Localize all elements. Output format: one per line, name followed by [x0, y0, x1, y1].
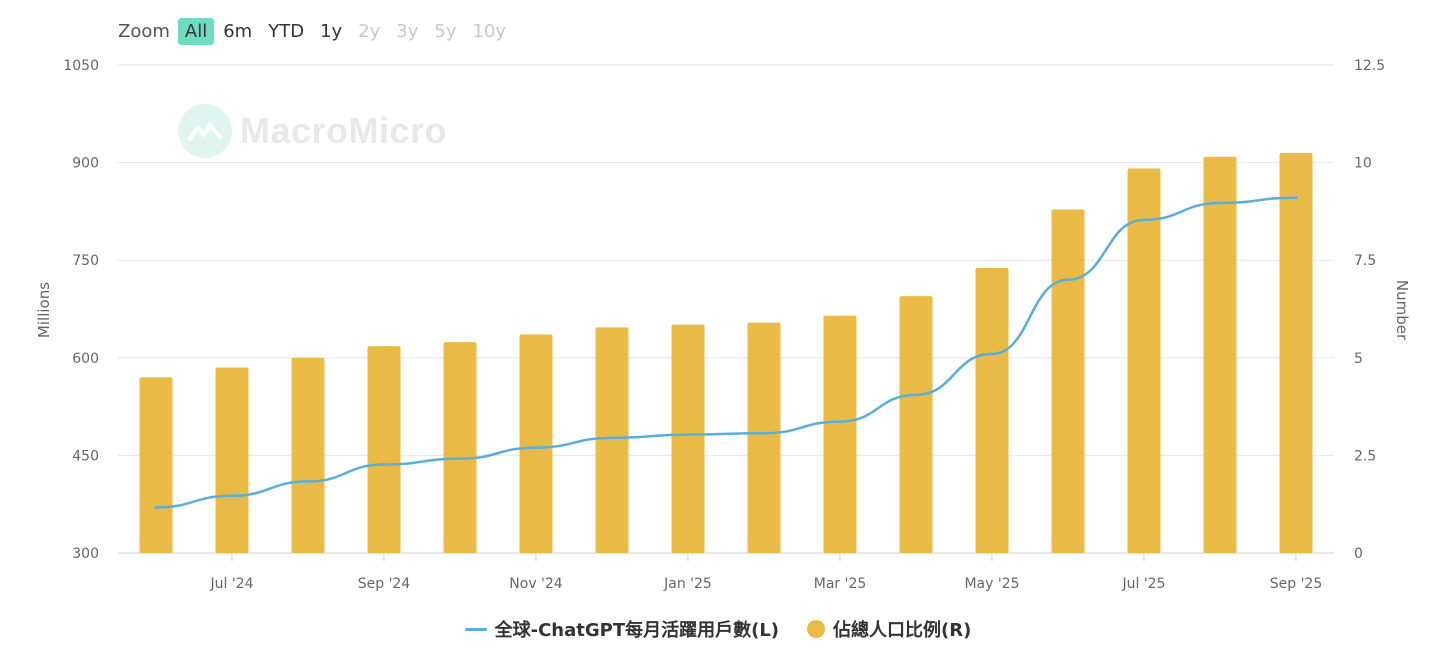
line-point	[610, 436, 614, 440]
line-point	[838, 420, 842, 424]
left-axis-title: Millions	[35, 282, 53, 338]
bar	[139, 377, 173, 553]
x-tick-label: Mar '25	[814, 576, 867, 592]
bar	[595, 327, 629, 553]
line-point	[1294, 196, 1298, 200]
bar	[975, 268, 1009, 553]
bar	[1051, 209, 1085, 553]
x-tick-label: Sep '24	[358, 576, 411, 592]
right-tick-label: 0	[1354, 546, 1363, 562]
bar	[443, 342, 477, 553]
bar	[291, 357, 325, 553]
left-tick-label: 450	[72, 448, 99, 464]
line-point	[230, 494, 234, 498]
right-tick-label: 2.5	[1354, 448, 1376, 464]
legend-dot-swatch	[807, 620, 826, 638]
left-tick-label: 300	[72, 546, 99, 562]
right-axis-title: Number	[1393, 280, 1411, 341]
x-tick-label: Nov '24	[509, 576, 563, 592]
x-axis-ticks: Jul '24 Sep '24 Nov '24 Jan '25 Mar '25 May '…	[209, 553, 1322, 592]
bar	[747, 322, 781, 553]
line-point	[914, 393, 918, 397]
chart-canvas: 300 450 600 750 900 1050 0 2.5 5 7.5 10 12.5 Jul '…	[35, 58, 1411, 592]
line-series	[154, 196, 1298, 509]
left-axis-ticks: 300 450 600 750 900 1050	[63, 58, 99, 562]
left-tick-label: 600	[72, 351, 99, 367]
line-point	[534, 446, 538, 450]
right-tick-label: 12.5	[1354, 58, 1385, 74]
series-line	[155, 196, 1297, 509]
x-tick-label: Sep '25	[1270, 576, 1323, 592]
bar	[671, 324, 705, 553]
right-tick-label: 5	[1354, 351, 1363, 367]
line-point	[762, 431, 766, 435]
line-point	[1218, 201, 1222, 205]
line-point	[382, 463, 386, 467]
bar	[1203, 156, 1237, 553]
chart-legend: 全球-ChatGPT每月活躍用戶數(L) 佔總人口比例(R)	[0, 616, 1436, 642]
line-point	[686, 433, 690, 437]
legend-item-chatgpt-mau[interactable]: 全球-ChatGPT每月活躍用戶數(L)	[464, 616, 780, 642]
x-tick-label: Jul '24	[209, 576, 253, 592]
left-tick-label: 750	[72, 253, 99, 269]
bar	[823, 315, 857, 553]
left-tick-label: 900	[72, 156, 99, 172]
line-point	[1142, 218, 1146, 222]
bar	[1279, 152, 1313, 553]
line-point	[990, 352, 994, 356]
bar-series	[139, 152, 1313, 553]
legend-item-population-share[interactable]: 佔總人口比例(R)	[807, 616, 971, 642]
right-tick-label: 7.5	[1354, 253, 1376, 269]
bar	[367, 346, 401, 553]
line-point	[458, 457, 462, 461]
legend-line-swatch	[464, 627, 487, 631]
bar	[215, 367, 249, 553]
legend-label: 佔總人口比例(R)	[833, 620, 972, 641]
line-point	[1066, 278, 1070, 282]
bar	[1127, 168, 1161, 553]
left-tick-label: 1050	[63, 58, 99, 74]
bar	[519, 334, 553, 553]
bar	[899, 296, 933, 553]
line-point	[306, 479, 310, 483]
x-tick-label: Jan '25	[663, 576, 712, 592]
line-point	[154, 505, 158, 509]
x-tick-label: Jul '25	[1121, 576, 1165, 592]
x-tick-label: May '25	[964, 576, 1019, 592]
legend-label: 全球-ChatGPT每月活躍用戶數(L)	[494, 620, 780, 641]
right-axis-ticks: 0 2.5 5 7.5 10 12.5	[1354, 58, 1385, 562]
right-tick-label: 10	[1354, 156, 1372, 172]
